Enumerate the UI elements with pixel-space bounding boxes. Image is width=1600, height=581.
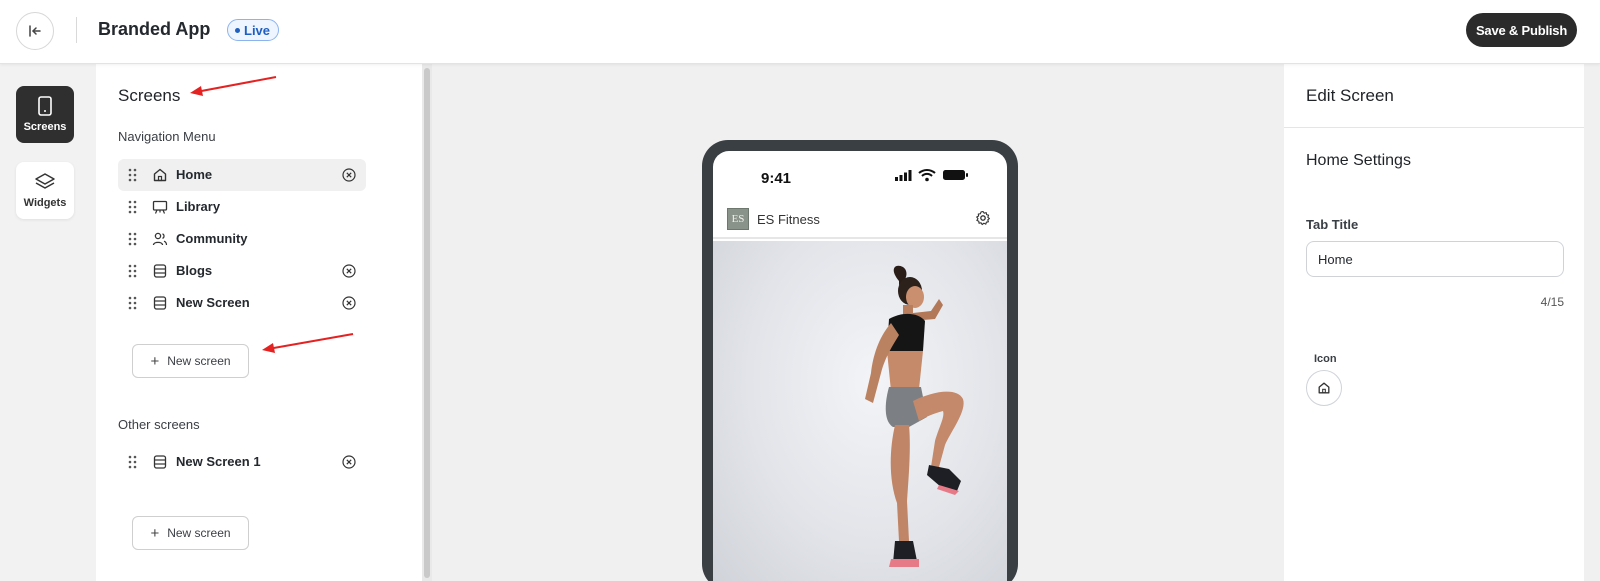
other-screens-label: Other screens [118,417,200,432]
brand-name: ES Fitness [757,212,820,227]
phone-preview: 9:41 ES ES Fitness [702,140,1018,581]
scrollbar-thumb[interactable] [424,68,430,578]
nav-item-label: Library [176,199,221,214]
collapse-back-button[interactable] [16,12,54,50]
database-icon [153,296,167,310]
icon-label: Icon [1314,353,1337,365]
app-title: Branded App [98,19,211,39]
wifi-icon [918,169,936,182]
nav-item-label: New Screen [176,295,250,310]
save-publish-button[interactable]: Save & Publish [1466,13,1577,47]
signal-icon [895,170,912,181]
layers-icon [35,173,55,189]
nav-item-community[interactable]: Community [118,223,366,255]
nav-item-label: Community [176,231,248,246]
edit-panel-title: Edit Screen [1306,86,1394,105]
drag-handle-icon[interactable] [128,264,137,278]
rail-item-widgets[interactable]: Widgets [16,162,74,219]
top-bar: Branded App Live Save & Publish [0,0,1600,64]
panel-title: Screens [118,86,181,105]
nav-item-new-screen[interactable]: New Screen [118,287,366,319]
tab-title-label: Tab Title [1306,217,1359,232]
nav-item-home[interactable]: Home [118,159,366,191]
hero-image [713,241,1007,581]
plus-icon: + [150,352,160,370]
status-time: 9:41 [761,170,792,187]
rail-item-screens[interactable]: Screens [16,86,74,143]
edit-screen-panel: Edit Screen Home Settings Tab Title 4/15… [1284,64,1584,581]
gear-icon[interactable] [975,210,991,226]
live-dot-icon [235,27,240,33]
plus-icon: + [150,524,160,542]
phone-icon [38,96,52,116]
icon-picker-button[interactable] [1306,370,1342,406]
new-screen-label: New screen [167,526,231,540]
database-icon [153,264,167,278]
drag-handle-icon[interactable] [128,232,137,246]
screens-panel: Screens Navigation Menu Home Library Com… [96,64,422,581]
drag-handle-icon[interactable] [128,296,137,310]
nav-item-label: New Screen 1 [176,454,261,469]
new-screen-button[interactable]: + New screen [132,344,249,378]
nav-item-library[interactable]: Library [118,191,366,223]
drag-handle-icon[interactable] [128,200,137,214]
brand-logo: ES [727,208,749,230]
right-edge [1584,64,1600,581]
remove-circle-icon[interactable] [342,168,356,182]
section-title: Home Settings [1306,152,1411,169]
presentation-icon [152,200,168,214]
drag-handle-icon[interactable] [128,455,137,469]
navigation-menu-label: Navigation Menu [118,129,216,144]
new-screen-label: New screen [167,354,231,368]
preview-app-header: ES ES Fitness [713,203,1007,239]
remove-circle-icon[interactable] [342,296,356,310]
nav-item-blogs[interactable]: Blogs [118,255,366,287]
nav-item-label: Home [176,167,213,182]
arrow-left-to-line-icon [29,25,41,37]
preview-canvas: 9:41 ES ES Fitness [432,64,1282,581]
nav-item-new-screen-1[interactable]: New Screen 1 [118,446,366,478]
phone-screen: 9:41 ES ES Fitness [713,151,1007,581]
users-icon [152,232,168,246]
status-badge-label: Live [244,22,271,38]
database-icon [153,455,167,469]
edit-panel-divider [1284,127,1584,128]
status-badge: Live [227,19,280,41]
tab-title-input[interactable] [1306,241,1564,277]
remove-circle-icon[interactable] [342,264,356,278]
rail-item-label: Widgets [23,197,67,209]
drag-handle-icon[interactable] [128,168,137,182]
rail-item-label: Screens [23,121,67,133]
nav-item-label: Blogs [176,263,213,278]
fitness-woman-photo [865,265,964,567]
char-count: 4/15 [1540,295,1564,309]
remove-circle-icon[interactable] [342,455,356,469]
left-rail: Screens Widgets [0,64,96,581]
status-bar-icons [895,169,968,182]
panel-scrollbar[interactable] [422,64,432,581]
new-screen-button-other[interactable]: + New screen [132,516,249,550]
header-divider [76,17,77,43]
home-icon [153,168,167,182]
battery-icon [943,170,968,180]
home-icon [1318,382,1330,394]
